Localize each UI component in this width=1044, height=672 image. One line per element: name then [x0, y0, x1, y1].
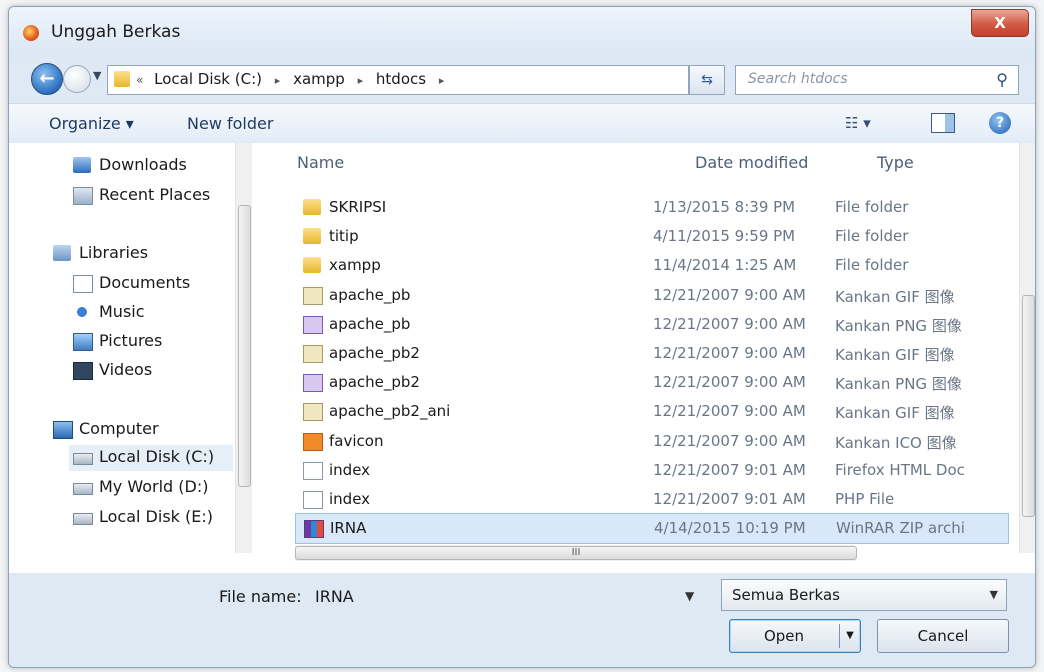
- navigation-pane: Downloads Recent Places Libraries Docume…: [9, 143, 252, 573]
- disk-icon: [73, 483, 93, 495]
- chevron-right-icon[interactable]: ▸: [439, 74, 445, 87]
- browser-area: Downloads Recent Places Libraries Docume…: [9, 143, 1035, 573]
- dialog-footer: File name: IRNA ▼ Semua Berkas ▼ Open ▼ …: [9, 573, 1035, 667]
- toolbar: Organize ▾ New folder ☷ ▾ ?: [9, 103, 1035, 145]
- breadcrumb-htdocs[interactable]: htdocs: [376, 70, 426, 88]
- column-header-date[interactable]: Date modified: [695, 153, 808, 172]
- navigation-bar: ← ▼ « Local Disk (C:) ▸ xampp ▸ htdocs ▸…: [9, 57, 1035, 103]
- sidebar-item-computer[interactable]: Computer: [53, 417, 223, 443]
- breadcrumb-xampp[interactable]: xampp: [293, 70, 345, 88]
- file-row[interactable]: SKRIPSI 1/13/2015 8:39 PM File folder: [295, 193, 1007, 222]
- folder-icon: [303, 257, 321, 273]
- png-file-icon: [303, 374, 323, 392]
- pictures-icon: [73, 333, 93, 351]
- sidebar-item-recent-places[interactable]: Recent Places: [73, 183, 223, 209]
- file-row[interactable]: apache_pb2 12/21/2007 9:00 AM Kankan PNG…: [295, 368, 1007, 397]
- search-input[interactable]: Search htdocs ⚲: [735, 65, 1019, 95]
- sidebar-item-videos[interactable]: Videos: [73, 358, 223, 384]
- cancel-button[interactable]: Cancel: [877, 619, 1009, 653]
- upload-dialog: Unggah Berkas X ← ▼ « Local Disk (C:) ▸ …: [8, 6, 1036, 668]
- sidebar-item-local-disk-c[interactable]: Local Disk (C:): [69, 445, 233, 471]
- sidebar-scrollbar[interactable]: [235, 143, 252, 553]
- breadcrumb: « Local Disk (C:) ▸ xampp ▸ htdocs ▸: [136, 70, 452, 88]
- file-row-selected[interactable]: IRNA 4/14/2015 10:19 PM WinRAR ZIP archi: [295, 513, 1009, 544]
- file-type-select[interactable]: Semua Berkas ▼: [721, 579, 1007, 611]
- gif-file-icon: [303, 287, 323, 305]
- help-icon[interactable]: ?: [989, 112, 1011, 134]
- address-bar[interactable]: « Local Disk (C:) ▸ xampp ▸ htdocs ▸ ▼: [107, 65, 767, 95]
- column-header-type[interactable]: Type: [877, 153, 914, 172]
- search-placeholder: Search htdocs: [748, 71, 848, 87]
- sidebar-item-downloads[interactable]: Downloads: [73, 153, 223, 179]
- open-label: Open: [763, 627, 805, 645]
- libraries-icon: [53, 245, 71, 261]
- file-list-scroll-thumb[interactable]: [1022, 295, 1035, 517]
- preview-pane-icon[interactable]: [931, 113, 955, 133]
- file-name-field[interactable]: IRNA: [315, 587, 354, 606]
- sidebar-item-my-world-d[interactable]: My World (D:): [73, 475, 223, 501]
- open-options-icon[interactable]: ▼: [839, 624, 860, 648]
- videos-icon: [73, 362, 93, 380]
- file-row[interactable]: xampp 11/4/2014 1:25 AM File folder: [295, 251, 1007, 280]
- file-row[interactable]: apache_pb2 12/21/2007 9:00 AM Kankan GIF…: [295, 339, 1007, 368]
- title-bar: Unggah Berkas X: [9, 7, 1035, 57]
- sidebar-scroll-thumb[interactable]: [238, 205, 251, 487]
- sidebar-item-libraries[interactable]: Libraries: [53, 241, 223, 267]
- sidebar-item-documents[interactable]: Documents: [73, 271, 223, 297]
- search-icon[interactable]: ⚲: [996, 70, 1008, 89]
- html-file-icon: [303, 462, 323, 480]
- overflow-chevron-icon[interactable]: «: [136, 73, 143, 87]
- window-title: Unggah Berkas: [51, 22, 181, 42]
- firefox-icon: [23, 25, 39, 41]
- disk-icon: [73, 453, 93, 465]
- ico-file-icon: [303, 433, 323, 451]
- file-name-label: File name:: [219, 587, 302, 606]
- zip-file-icon: [304, 520, 324, 538]
- file-type-value: Semua Berkas: [732, 586, 840, 604]
- downloads-icon: [73, 157, 91, 173]
- file-row[interactable]: apache_pb2_ani 12/21/2007 9:00 AM Kankan…: [295, 397, 1007, 426]
- forward-button[interactable]: [63, 65, 91, 93]
- sidebar-item-pictures[interactable]: Pictures: [73, 329, 223, 355]
- chevron-down-icon: ▼: [989, 588, 998, 601]
- png-file-icon: [303, 316, 323, 334]
- open-button[interactable]: Open ▼: [729, 619, 861, 653]
- chevron-right-icon[interactable]: ▸: [275, 74, 281, 87]
- file-row[interactable]: favicon 12/21/2007 9:00 AM Kankan ICO 图像: [295, 427, 1007, 456]
- column-header-name[interactable]: Name: [297, 153, 344, 172]
- file-name-dropdown-icon[interactable]: ▼: [685, 589, 694, 603]
- file-row[interactable]: apache_pb 12/21/2007 9:00 AM Kankan GIF …: [295, 281, 1007, 310]
- refresh-button[interactable]: ⇆: [689, 65, 725, 95]
- music-icon: [73, 304, 91, 320]
- file-list-scrollbar[interactable]: [1019, 143, 1035, 553]
- chevron-right-icon[interactable]: ▸: [358, 74, 364, 87]
- php-file-icon: [303, 491, 323, 509]
- folder-icon: [303, 228, 321, 244]
- file-row[interactable]: titip 4/11/2015 9:59 PM File folder: [295, 222, 1007, 251]
- horizontal-scroll-thumb[interactable]: III: [295, 546, 857, 560]
- close-button[interactable]: X: [971, 9, 1029, 37]
- change-view-button[interactable]: ☷ ▾: [845, 114, 871, 132]
- breadcrumb-local-disk[interactable]: Local Disk (C:): [154, 70, 262, 88]
- folder-icon: [303, 199, 321, 215]
- sidebar-item-music[interactable]: Music: [73, 300, 223, 326]
- disk-icon: [73, 513, 93, 525]
- file-row[interactable]: index 12/21/2007 9:01 AM Firefox HTML Do…: [295, 456, 1007, 485]
- folder-icon: [114, 71, 130, 87]
- gif-file-icon: [303, 345, 323, 363]
- organize-menu[interactable]: Organize ▾: [49, 114, 134, 133]
- new-folder-button[interactable]: New folder: [187, 114, 273, 133]
- recent-pages-icon[interactable]: ▼: [93, 69, 101, 82]
- file-row[interactable]: index 12/21/2007 9:01 AM PHP File: [295, 485, 1007, 514]
- sidebar-item-local-disk-e[interactable]: Local Disk (E:): [73, 505, 223, 531]
- back-button[interactable]: ←: [31, 63, 63, 95]
- horizontal-scrollbar[interactable]: III: [295, 545, 857, 561]
- documents-icon: [73, 275, 93, 293]
- file-list: Name Date modified Type SKRIPSI 1/13/201…: [253, 143, 1035, 573]
- recent-places-icon: [73, 187, 93, 205]
- file-row[interactable]: apache_pb 12/21/2007 9:00 AM Kankan PNG …: [295, 310, 1007, 339]
- computer-icon: [53, 421, 73, 439]
- gif-file-icon: [303, 403, 323, 421]
